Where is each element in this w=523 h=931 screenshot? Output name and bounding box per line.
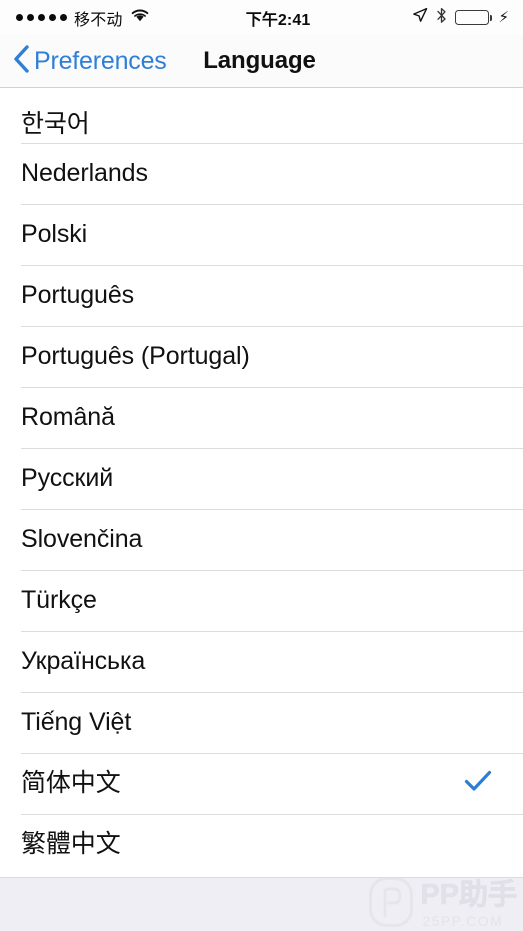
footer-area: PP助手 25PP.COM	[0, 877, 523, 931]
signal-strength-dots	[16, 14, 67, 21]
language-row-label: 简体中文	[21, 769, 121, 797]
language-row-label: Polski	[21, 220, 88, 248]
language-row-label: Українська	[21, 647, 146, 675]
language-row-label: Русский	[21, 464, 114, 492]
watermark-url: 25PP.COM	[422, 913, 504, 929]
language-row-label: 한국어	[21, 110, 90, 138]
language-row[interactable]: 简体中文	[0, 753, 523, 814]
language-row[interactable]: Українська	[0, 631, 523, 692]
language-row-label: Tiếng Việt	[21, 708, 132, 736]
status-bar-left: 移不动	[16, 6, 150, 30]
language-row-label: Română	[21, 403, 115, 431]
carrier-label: 移不动	[74, 11, 123, 29]
wifi-icon	[130, 8, 150, 28]
language-row[interactable]: Português	[0, 265, 523, 326]
language-row[interactable]: 繁體中文	[0, 814, 523, 875]
language-row[interactable]: Română	[0, 387, 523, 448]
status-bar: 移不动 下午2:41 ⚡	[0, 0, 523, 35]
language-row[interactable]: Português (Portugal)	[0, 326, 523, 387]
language-list[interactable]: 한국어 Nederlands Polski Português Português (P…	[0, 88, 523, 877]
language-row-label: Português (Portugal)	[21, 342, 250, 370]
language-row-label: Português	[21, 281, 135, 309]
bluetooth-icon	[436, 7, 447, 29]
pp-logo-icon	[368, 878, 414, 931]
language-row[interactable]: Tiếng Việt	[0, 692, 523, 753]
watermark-title: PP助手	[420, 879, 517, 911]
language-row-label: Slovenčina	[21, 525, 143, 553]
language-row-label: Nederlands	[21, 159, 148, 187]
watermark-text: PP助手 25PP.COM	[420, 879, 517, 929]
checkmark-icon	[464, 770, 492, 797]
language-row[interactable]: 한국어	[0, 88, 523, 143]
back-button[interactable]: Preferences	[0, 44, 167, 79]
lightning-bolt-icon: ⚡	[498, 9, 509, 26]
language-row[interactable]: Slovenčina	[0, 509, 523, 570]
language-row[interactable]: Русский	[0, 448, 523, 509]
phone-screen: 移不动 下午2:41 ⚡ Preferences Language 한국어 Ne…	[0, 0, 523, 931]
status-bar-right: ⚡	[412, 7, 509, 29]
chevron-left-icon	[12, 44, 30, 79]
language-row-label: 繁體中文	[21, 830, 121, 858]
location-arrow-icon	[412, 7, 428, 28]
battery-icon	[455, 10, 493, 25]
navigation-bar: Preferences Language	[0, 35, 523, 88]
language-row[interactable]: Polski	[0, 204, 523, 265]
watermark: PP助手 25PP.COM	[368, 878, 517, 931]
back-button-label: Preferences	[34, 46, 167, 75]
status-bar-clock: 下午2:41	[245, 11, 311, 29]
language-row[interactable]: Nederlands	[0, 143, 523, 204]
language-row[interactable]: Türkçe	[0, 570, 523, 631]
language-row-label: Türkçe	[21, 586, 97, 614]
